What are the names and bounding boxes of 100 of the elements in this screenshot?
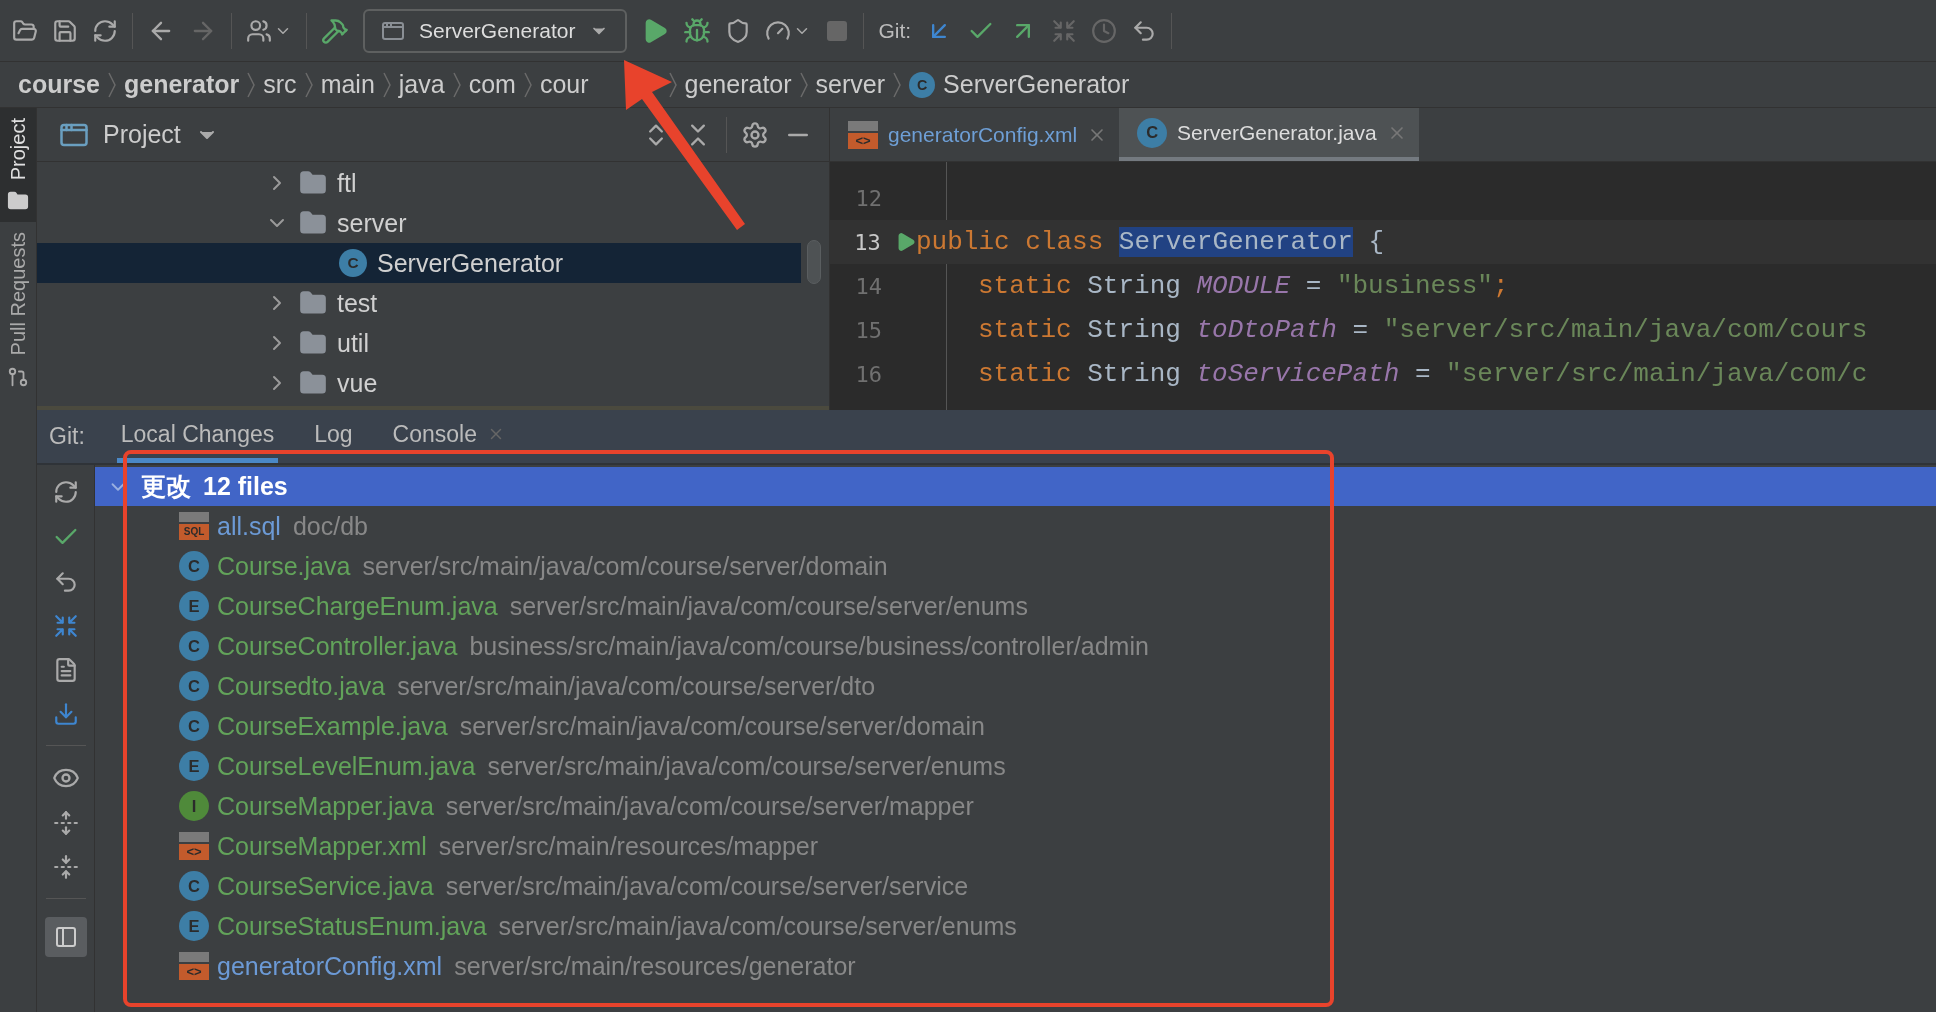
xml-file-icon: <>	[179, 952, 209, 980]
class-file-icon: C	[339, 249, 367, 277]
tree-row[interactable]: test	[37, 283, 801, 323]
side-tab[interactable]: Project	[0, 108, 36, 223]
tree-row[interactable]: server	[37, 203, 801, 243]
file-path: server/src/main/java/com/course/server/dto	[397, 671, 876, 701]
file-name[interactable]: CourseStatusEnum.java	[217, 911, 487, 941]
xml-file-icon: <>	[848, 120, 878, 149]
file-name[interactable]: CourseChargeEnum.java	[217, 591, 498, 621]
breadcrumb-item[interactable]: generator	[684, 70, 792, 99]
file-path: business/src/main/java/com/course/business/controller/admin	[469, 631, 1149, 661]
folder-icon	[299, 369, 327, 397]
git-label: Git:	[49, 423, 85, 450]
pull-request-icon	[7, 365, 29, 388]
settings-icon[interactable]	[741, 120, 769, 149]
sql-file-icon: SQL	[179, 512, 209, 540]
changelist-row[interactable]: 更改 12 files	[95, 467, 1936, 506]
collapse-all-icon[interactable]	[52, 854, 79, 880]
line-number: 15	[854, 317, 882, 343]
tree-row[interactable]: util	[37, 323, 801, 363]
tool-tab[interactable]: Console	[388, 410, 509, 463]
folder-icon	[299, 289, 327, 317]
run-configuration-dropdown[interactable]: ServerGenerator	[363, 8, 628, 53]
download-icon[interactable]	[52, 701, 79, 727]
file-path: doc/db	[292, 511, 368, 541]
breadcrumb-item[interactable]: server	[815, 70, 886, 99]
breadcrumb-item[interactable]: cour	[539, 70, 589, 99]
tool-tab[interactable]: Log	[310, 410, 357, 463]
file-name[interactable]: CourseExample.java	[217, 711, 448, 741]
line-number: 16	[854, 361, 882, 387]
file-path: server/src/main/java/com/course/server/domain	[459, 711, 985, 741]
open-folder-icon[interactable]	[12, 17, 38, 44]
tree-row[interactable]: ftl	[37, 163, 801, 203]
file-name[interactable]: CourseMapper.xml	[217, 831, 427, 861]
breadcrumb-item[interactable]: java	[398, 70, 445, 99]
file-name[interactable]: Course.java	[217, 551, 351, 581]
separator-icon	[304, 71, 313, 98]
file-path: server/src/main/java/com/course/server/domain	[362, 551, 888, 581]
tree-label: test	[337, 288, 378, 318]
file-name[interactable]: CourseService.java	[217, 871, 434, 901]
separator-icon	[523, 71, 532, 98]
code-text: static String toServicePath = "server/src/main/java/com/c	[977, 359, 1868, 389]
breadcrumb-item[interactable]: src	[263, 70, 297, 99]
line-number: 12	[854, 185, 882, 211]
panel-layout-icon	[53, 925, 78, 949]
file-name[interactable]: generatorConfig.xml	[217, 951, 443, 981]
class-file-icon: C	[909, 71, 936, 98]
file-name[interactable]: Coursedto.java	[217, 671, 386, 701]
save-icon[interactable]	[52, 17, 78, 44]
separator-icon	[799, 71, 808, 98]
separator-icon	[108, 71, 116, 98]
separator-icon	[382, 71, 391, 98]
git-label: Git:	[878, 18, 912, 43]
breadcrumb-item[interactable]: main	[320, 70, 375, 99]
file-path: server/src/main/java/com/course/server/enums	[509, 591, 1028, 621]
class-file-icon: C	[179, 631, 209, 661]
folder-icon	[299, 329, 327, 357]
side-tab[interactable]: Pull Requests	[0, 222, 36, 398]
bug-icon[interactable]	[683, 16, 712, 45]
editor-tab[interactable]: C ServerGenerator.java	[1119, 108, 1419, 161]
file-name[interactable]: all.sql	[217, 511, 281, 541]
code-text: public class ServerGenerator {	[916, 227, 1385, 257]
panel-title: Project	[103, 120, 181, 149]
tree-row[interactable]: C ServerGenerator	[37, 243, 801, 283]
file-path: server/src/main/java/com/course/server/enums	[498, 911, 1017, 941]
file-name[interactable]: CourseMapper.java	[217, 791, 434, 821]
breadcrumb-item[interactable]: generator	[124, 70, 240, 99]
separator-icon	[452, 71, 461, 98]
interface-file-icon: I	[179, 791, 209, 821]
code-text: static String MODULE = "business";	[977, 271, 1509, 301]
breadcrumb-item[interactable]: course	[18, 70, 100, 99]
folder-icon	[299, 209, 327, 237]
tree-label: ServerGenerator	[377, 248, 564, 278]
code-text: static String toDtoPath = "server/src/main/java/com/cours	[977, 315, 1868, 345]
compare-arrows-icon[interactable]	[52, 613, 79, 639]
file-name[interactable]: CourseController.java	[217, 631, 458, 661]
xml-file-icon: <>	[179, 832, 209, 860]
hammer-icon[interactable]	[321, 16, 349, 45]
class-file-icon: C	[179, 671, 209, 701]
preview-toggle-button[interactable]	[44, 917, 87, 957]
tree-row[interactable]: vue	[37, 363, 801, 403]
separator-icon	[247, 71, 256, 98]
enum-file-icon: E	[179, 751, 209, 781]
tree-label: vue	[337, 368, 378, 398]
scrollbar[interactable]	[807, 240, 821, 284]
tree-label: util	[337, 328, 369, 358]
file-path: server/src/main/java/com/course/server/enums	[487, 751, 1006, 781]
breadcrumb-item[interactable]: com	[468, 70, 516, 99]
enum-file-icon: E	[179, 591, 209, 621]
refresh-icon[interactable]	[52, 479, 79, 505]
file-path: server/src/main/java/com/course/server/mapper	[445, 791, 974, 821]
tree-label: server	[337, 208, 407, 238]
line-number: 14	[854, 273, 882, 299]
file-path: server/src/main/resources/mapper	[438, 831, 819, 861]
expand-all-icon[interactable]	[52, 810, 79, 836]
sync-icon[interactable]	[92, 17, 118, 44]
breadcrumb-item[interactable]: ServerGenerator	[943, 70, 1130, 99]
editor-tab[interactable]: <> generatorConfig.xml	[830, 108, 1120, 161]
class-file-icon: C	[1137, 117, 1168, 148]
file-name[interactable]: CourseLevelEnum.java	[217, 751, 476, 781]
